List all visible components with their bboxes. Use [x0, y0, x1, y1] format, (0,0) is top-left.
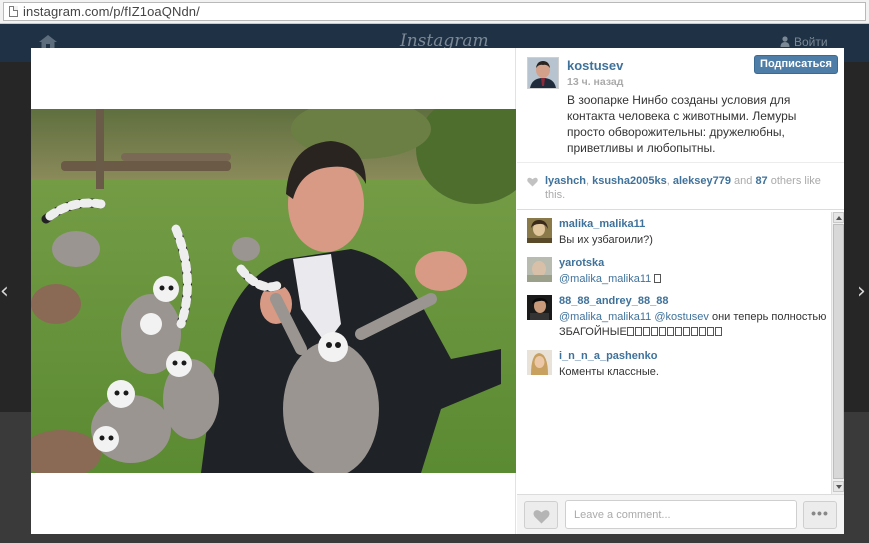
- comment-avatar-image: [527, 257, 552, 282]
- comment-avatar-image: [527, 295, 552, 320]
- post-photo[interactable]: [31, 109, 516, 473]
- photo-area: [31, 48, 516, 534]
- post-sidebar: kostusev 13 ч. назад Подписаться В зоопа…: [517, 48, 844, 534]
- post-photo-image: [31, 109, 516, 473]
- comment-username[interactable]: yarotska: [559, 257, 604, 269]
- scroll-down-button[interactable]: [833, 481, 844, 492]
- comment-mention[interactable]: @malika_malika11: [559, 311, 651, 323]
- missing-glyph: [666, 327, 674, 336]
- likes-text: lyashch, ksusha2005ks, aleksey779 and 87…: [545, 174, 835, 202]
- author-avatar-image: [528, 58, 558, 88]
- missing-glyph: [698, 327, 706, 336]
- user-icon: [780, 36, 790, 47]
- liker-link[interactable]: aleksey779: [673, 175, 731, 187]
- missing-glyph: [658, 327, 666, 336]
- likes-area: lyashch, ksusha2005ks, aleksey779 and 87…: [517, 162, 844, 210]
- heart-icon: [533, 510, 550, 524]
- comment-avatar[interactable]: [527, 257, 552, 282]
- comment-username[interactable]: i_n_n_a_pashenko: [559, 350, 657, 362]
- likes-and: and: [730, 175, 756, 187]
- scroll-up-button[interactable]: [833, 212, 844, 223]
- missing-glyph: [674, 327, 682, 336]
- comment-item: 88_88_andrey_88_88 @malika_malika11 @kos…: [527, 295, 827, 350]
- more-icon[interactable]: •••: [803, 501, 837, 529]
- missing-glyph: [690, 327, 698, 336]
- missing-glyph: [682, 327, 690, 336]
- comment-text: @malika_malika11: [559, 272, 829, 287]
- likes-others-count[interactable]: 87: [755, 175, 767, 187]
- author-username[interactable]: kostusev: [567, 58, 623, 73]
- comment-text: @malika_malika11 @kostusev они теперь по…: [559, 310, 829, 340]
- next-arrow[interactable]: ›: [857, 279, 866, 304]
- url-text: instagram.com/p/fIZ1oaQNdn/: [23, 4, 200, 19]
- url-field[interactable]: instagram.com/p/fIZ1oaQNdn/: [3, 2, 866, 21]
- missing-glyph: [650, 327, 658, 336]
- comment-username[interactable]: malika_malika11: [559, 218, 645, 230]
- post-caption: В зоопарке Нинбо созданы условия для кон…: [567, 93, 797, 155]
- comment-text: Вы их узбагоили?): [559, 234, 653, 246]
- comment-item: malika_malika11 Вы их узбагоили?): [527, 218, 827, 258]
- comments-list: malika_malika11 Вы их узбагоили?) yarots…: [517, 210, 832, 492]
- missing-glyph: [626, 327, 634, 336]
- scroll-thumb[interactable]: [833, 224, 844, 479]
- browser-address-bar: instagram.com/p/fIZ1oaQNdn/: [0, 0, 869, 24]
- liker-link[interactable]: lyashch: [545, 175, 586, 187]
- comment-avatar-image: [527, 350, 552, 375]
- missing-glyph: [654, 274, 662, 283]
- comment-avatar-image: [527, 218, 552, 243]
- comment-mention[interactable]: @kostusev: [654, 311, 709, 323]
- comment-text: Коменты классные.: [559, 366, 659, 378]
- comment-avatar[interactable]: [527, 218, 552, 243]
- liker-link[interactable]: ksusha2005ks: [592, 175, 667, 187]
- comment-item: yarotska @malika_malika11: [527, 257, 827, 297]
- comment-mention[interactable]: @malika_malika11: [559, 273, 651, 285]
- missing-glyph: [706, 327, 714, 336]
- missing-glyph: [714, 327, 722, 336]
- comment-username[interactable]: 88_88_andrey_88_88: [559, 295, 668, 307]
- like-button[interactable]: [524, 501, 558, 529]
- follow-button[interactable]: Подписаться: [754, 55, 838, 74]
- page-icon: [9, 6, 18, 17]
- previous-arrow[interactable]: ‹: [0, 279, 9, 304]
- comment-item: i_n_n_a_pashenko Коменты классные.: [527, 350, 827, 390]
- comments-scrollbar[interactable]: [831, 212, 844, 494]
- author-avatar[interactable]: [527, 57, 559, 89]
- heart-icon: [527, 177, 538, 187]
- photo-modal: kostusev 13 ч. назад Подписаться В зоопа…: [31, 48, 844, 534]
- comment-avatar[interactable]: [527, 295, 552, 320]
- login-link[interactable]: Войти: [780, 35, 828, 49]
- comment-avatar[interactable]: [527, 350, 552, 375]
- comment-input[interactable]: [565, 500, 797, 529]
- missing-glyph: [634, 327, 642, 336]
- missing-glyph: [642, 327, 650, 336]
- login-label: Войти: [794, 35, 828, 49]
- post-timestamp: 13 ч. назад: [567, 76, 624, 88]
- post-footer: •••: [517, 494, 844, 534]
